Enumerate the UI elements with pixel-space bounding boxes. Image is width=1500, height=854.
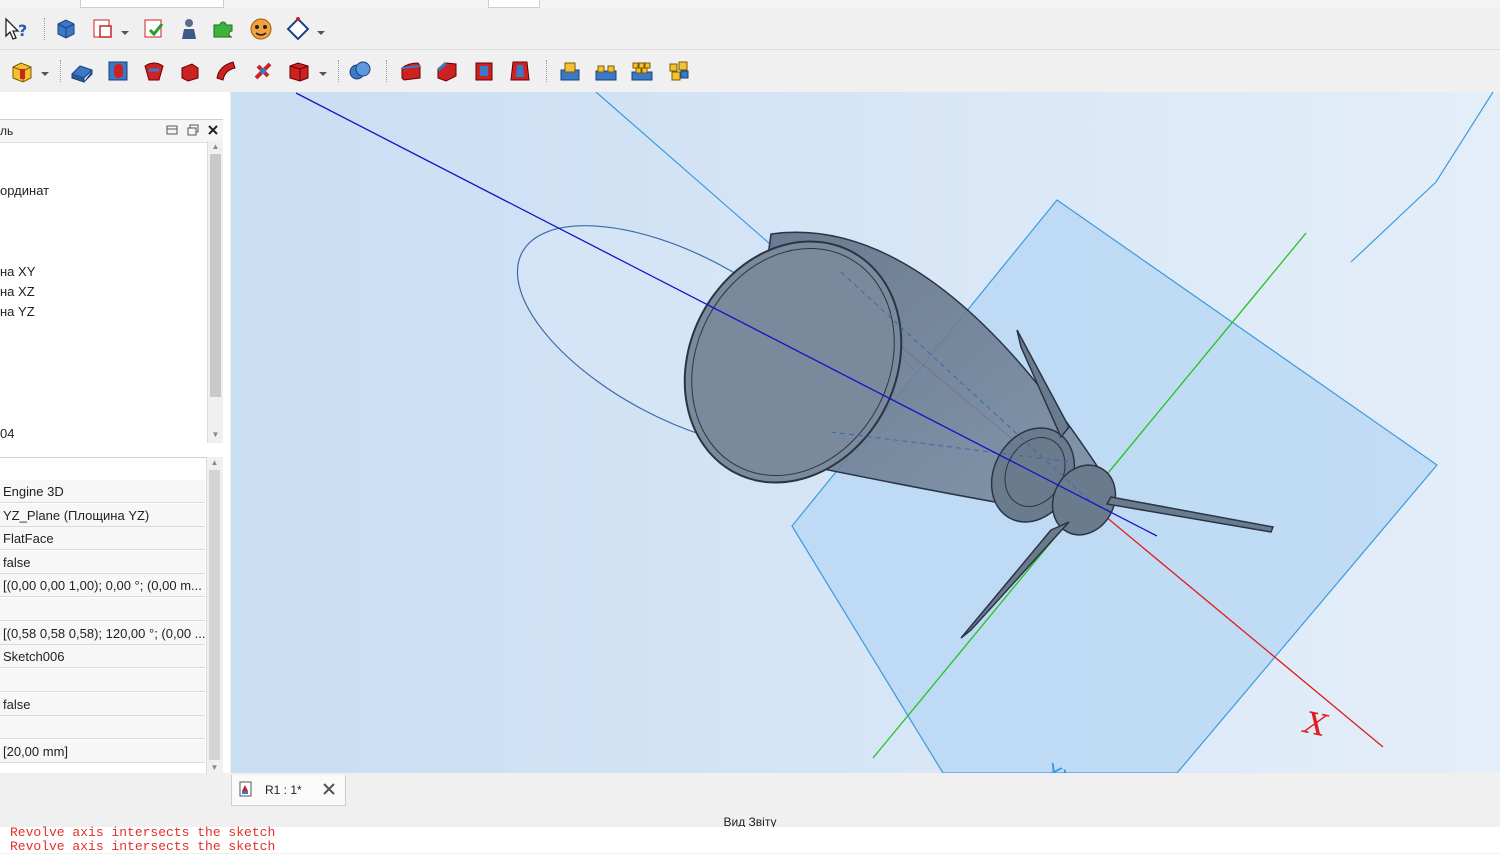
tree-item-sketch[interactable]: 04: [0, 426, 14, 441]
svg-text:?: ?: [18, 21, 27, 40]
face-icon[interactable]: [247, 15, 275, 43]
chamfer-icon[interactable]: [433, 57, 461, 85]
addon-icon[interactable]: [210, 15, 238, 43]
tree-item-xz-plane[interactable]: на XZ: [0, 284, 35, 299]
property-value[interactable]: Engine 3D: [0, 480, 205, 503]
thickness-icon[interactable]: [506, 57, 534, 85]
body-icon[interactable]: [285, 57, 313, 85]
sketch-diamond-icon[interactable]: [284, 15, 312, 43]
property-value[interactable]: [(0,00 0,00 1,00); 0,00 °; (0,00 m...: [0, 574, 205, 597]
property-value[interactable]: [0, 716, 205, 739]
mirror-icon[interactable]: [592, 57, 620, 85]
tree-item-yz-plane[interactable]: на YZ: [0, 304, 35, 319]
whats-this-icon[interactable]: ?: [2, 15, 30, 43]
document-tab-top[interactable]: [488, 0, 540, 8]
collapse-icon[interactable]: [165, 123, 179, 137]
primitive-box-icon[interactable]: [8, 57, 36, 85]
part-icon[interactable]: [52, 15, 80, 43]
property-scrollbar[interactable]: ▲ ▼: [206, 457, 223, 775]
property-value[interactable]: false: [0, 693, 205, 716]
property-value[interactable]: [0, 598, 205, 621]
property-editor: Engine 3D YZ_Plane (Площина YZ) FlatFace…: [0, 457, 206, 776]
tree-item-xy-plane[interactable]: на XY: [0, 264, 35, 279]
pad-icon[interactable]: [68, 57, 96, 85]
multitransform-icon[interactable]: [665, 57, 693, 85]
sweep-icon[interactable]: [212, 57, 240, 85]
close-icon[interactable]: [321, 781, 337, 797]
chevron-down-icon[interactable]: [318, 67, 328, 77]
report-line: Revolve axis intersects the sketch: [10, 825, 276, 840]
extrude-icon[interactable]: [176, 57, 204, 85]
draft-icon[interactable]: [470, 57, 498, 85]
toolbar-partdesign: [0, 50, 1500, 93]
float-icon[interactable]: [186, 123, 200, 137]
property-value[interactable]: YZ_Plane (Площина YZ): [0, 504, 205, 527]
user-icon[interactable]: [175, 15, 203, 43]
loft-icon[interactable]: [140, 57, 168, 85]
tree-item-coordinate-system[interactable]: ординат: [0, 183, 49, 198]
scroll-up-icon[interactable]: ▲: [207, 457, 222, 469]
report-view: Revolve axis intersects the sketch Revol…: [0, 825, 1500, 854]
chevron-down-icon[interactable]: [120, 26, 130, 36]
property-value[interactable]: Sketch006: [0, 645, 205, 668]
twist-icon[interactable]: [249, 57, 277, 85]
property-value[interactable]: FlatFace: [0, 527, 205, 550]
report-line: Revolve axis intersects the sketch: [10, 839, 276, 854]
document-tab[interactable]: R1 : 1*: [231, 775, 346, 806]
model-tree-title: ль: [0, 124, 14, 138]
pattern-icon[interactable]: [556, 57, 584, 85]
validate-icon[interactable]: [140, 15, 168, 43]
tree-scrollbar[interactable]: ▲ ▼: [207, 141, 223, 443]
property-value[interactable]: [0, 669, 205, 692]
toolbar-standard: ?: [0, 9, 1500, 50]
scroll-up-icon[interactable]: ▲: [208, 141, 223, 153]
document-icon: [238, 781, 254, 797]
property-value[interactable]: false: [0, 551, 205, 574]
document-tab-label: R1 : 1*: [265, 783, 302, 797]
array-icon[interactable]: [628, 57, 656, 85]
scroll-down-icon[interactable]: ▼: [208, 429, 223, 441]
model-tree-header: ль: [0, 119, 223, 143]
pocket-icon[interactable]: [104, 57, 132, 85]
chevron-down-icon[interactable]: [316, 26, 326, 36]
chevron-down-icon[interactable]: [40, 67, 50, 77]
scrollbar-thumb[interactable]: [209, 470, 220, 760]
close-icon[interactable]: [206, 123, 220, 137]
3d-viewport[interactable]: XY X: [231, 92, 1500, 773]
property-value[interactable]: [20,00 mm]: [0, 740, 205, 763]
property-value[interactable]: [(0,58 0,58 0,58); 120,00 °; (0,00 ...: [0, 622, 205, 645]
boolean-icon[interactable]: [346, 57, 374, 85]
fillet-icon[interactable]: [397, 57, 425, 85]
viewport-scene[interactable]: XY X: [231, 92, 1500, 773]
scrollbar-thumb[interactable]: [210, 154, 221, 397]
document-tab-bar: [0, 773, 1500, 811]
new-document-icon[interactable]: [89, 15, 117, 43]
workbench-tab[interactable]: [80, 0, 224, 8]
